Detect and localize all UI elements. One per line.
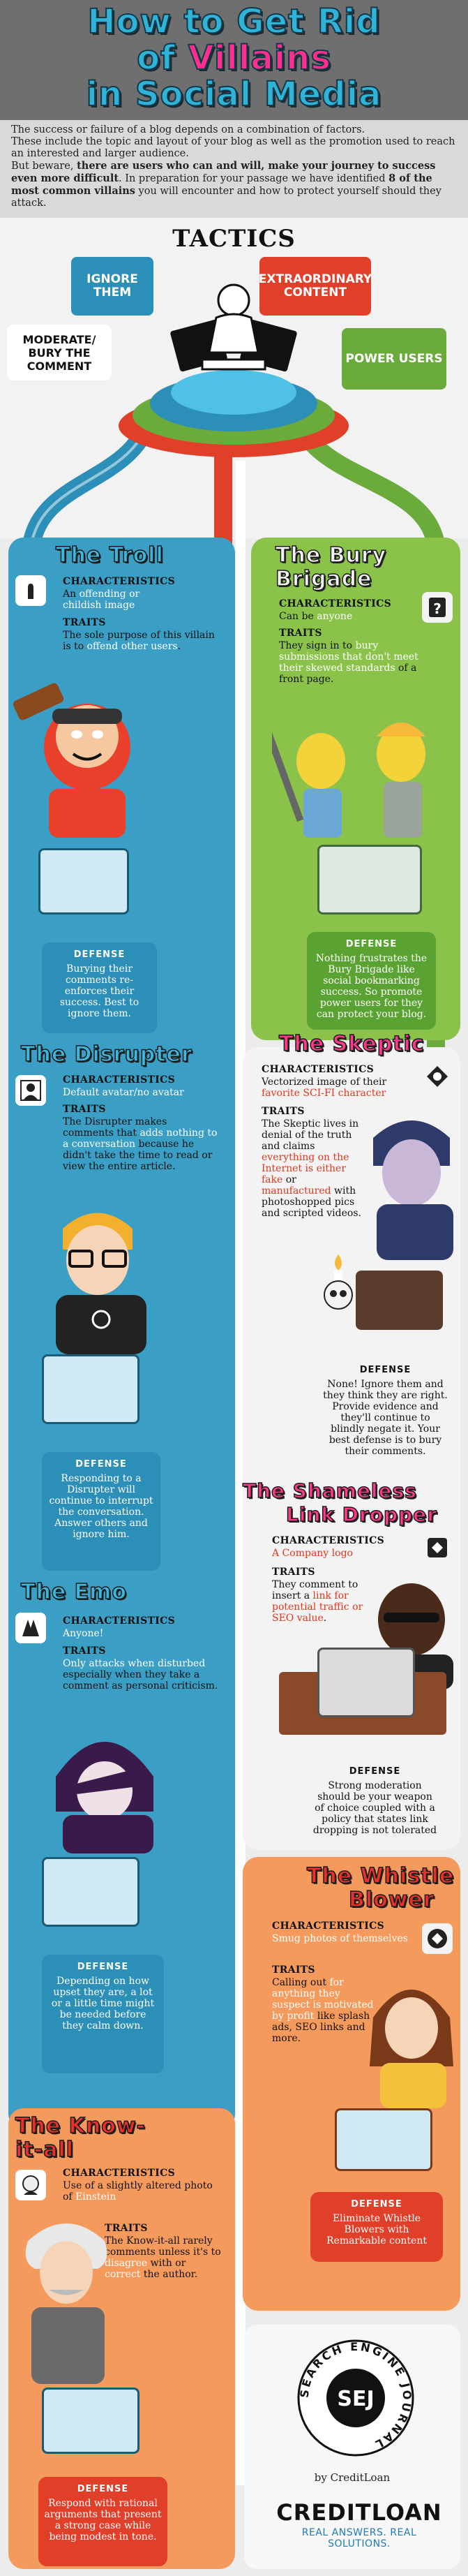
troll-title: The Troll [55, 543, 164, 568]
bury-defense: DEFENSE Nothing frustrates the Bury Briga… [307, 932, 436, 1030]
bury-title-1: The Bury [275, 543, 387, 568]
whistle-figure-icon [370, 1990, 453, 2108]
bury-avatar-icon: ? [422, 592, 453, 623]
skeptic-title: The Skeptic [278, 1032, 425, 1056]
troll-defense: DEFENSE Burying their comments re-enforce… [42, 942, 157, 1033]
emo-traits-text: Only attacks when disturbed especially w… [63, 1658, 218, 1692]
tactic-power: POWER USERS [342, 328, 446, 390]
svg-text:?: ? [433, 600, 441, 617]
troll-traits-label: TRAITS [63, 617, 106, 628]
bury-laptop-icon [317, 845, 422, 915]
sej-mark-text: SEJ [337, 2387, 374, 2411]
knowall-title-2: it-all [15, 2138, 74, 2162]
creditloan-brand: CREDITLOAN [276, 2499, 442, 2526]
whistle-title-2: Blower [348, 1888, 435, 1912]
title-line-1: How to Get Rid [86, 2, 381, 41]
skull-candle-icon [324, 1254, 353, 1310]
disrupter-defense: DEFENSE Responding to a Disrupter will co… [42, 1452, 160, 1571]
link-traits-label: TRAITS [272, 1567, 315, 1578]
intro-text: The success or failure of a blog depends… [11, 124, 455, 209]
emo-traits-label: TRAITS [63, 1645, 106, 1657]
knowall-char-label: CHARACTERISTICS [63, 2168, 175, 2179]
emo-char-text: Anyone! [63, 1628, 104, 1639]
infographic-page: How to Get Rid of Villains in Social Med… [0, 0, 468, 2576]
troll-traits-text: The sole purpose of this villain is to o… [63, 630, 215, 652]
tactic-extraordinary: EXTRAORDINARY CONTENT [259, 257, 372, 316]
troll-avatar-icon [15, 575, 46, 606]
emo-defense: DEFENSE Depending on how upset they are, … [42, 1955, 164, 2073]
whistle-laptop-icon [335, 2108, 432, 2171]
bury-traits-label: TRAITS [279, 628, 322, 639]
skeptic-laptop-icon [356, 1271, 443, 1330]
whistle-traits-text: Calling out for anything they suspect is… [272, 1977, 374, 2044]
whistle-title-1: The Whistle [306, 1864, 455, 1888]
knowall-avatar-icon [15, 2170, 46, 2200]
whistle-defense: DEFENSE Eliminate Whistle Blowers with Re… [310, 2192, 443, 2262]
link-avatar-icon [422, 1532, 453, 1563]
emo-figure-icon [56, 1742, 153, 1853]
emo-title: The Emo [20, 1580, 127, 1604]
whistle-traits-label: TRAITS [272, 1964, 315, 1976]
tactic-ignore: IGNORE THEM [71, 257, 153, 316]
bury-char-text: Can be anyone [279, 611, 353, 622]
link-defense: DEFENSE Strong moderation should be your … [307, 1759, 443, 1846]
emo-char-label: CHARACTERISTICS [63, 1615, 175, 1627]
disrupter-laptop-icon [42, 1354, 139, 1424]
footer-by: by CreditLoan [314, 2471, 391, 2484]
knowall-defense: DEFENSE Respond with rational arguments t… [38, 2477, 167, 2566]
skeptic-char-text: Vectorized image of their favorite SCI-F… [262, 1076, 387, 1099]
bury-figures-icon [272, 720, 425, 838]
disrupter-traits-label: TRAITS [63, 1104, 106, 1115]
disrupter-title: The Disrupter [20, 1042, 193, 1067]
link-title-1: The Shameless [242, 1479, 417, 1503]
troll-figure-icon [13, 683, 130, 838]
knowall-figure-icon [25, 2223, 107, 2384]
disrupter-traits-text: The Disrupter makes comments that adds n… [63, 1116, 218, 1172]
knowall-laptop-icon [42, 2388, 139, 2454]
troll-char-label: CHARACTERISTICS [63, 576, 175, 587]
whistle-char-text: Smug photos of themselves [272, 1933, 408, 1944]
sej-logo-icon: SEARCH ENGINE JOURNAL SEJ [297, 2339, 414, 2457]
whistle-char-label: CHARACTERISTICS [272, 1920, 384, 1932]
disrupter-char-text: Default avatar/no avatar [63, 1087, 184, 1098]
skeptic-traits-text: The Skeptic lives in denial of the truth… [262, 1118, 361, 1219]
troll-laptop-icon [38, 848, 129, 915]
link-char-label: CHARACTERISTICS [272, 1535, 384, 1546]
skeptic-traits-label: TRAITS [262, 1106, 305, 1117]
link-title-2: Link Dropper [285, 1503, 437, 1527]
knowall-title-1: The Know- [15, 2114, 146, 2138]
title-line-3: in Social Media [86, 75, 382, 114]
bury-char-label: CHARACTERISTICS [279, 598, 391, 609]
bury-title-2: Brigade [275, 567, 372, 591]
bury-traits-text: They sign in to bury submissions that do… [279, 640, 418, 685]
disrupter-figure-icon [56, 1213, 146, 1354]
tactics-heading: TACTICS [172, 225, 296, 253]
disrupter-char-label: CHARACTERISTICS [63, 1074, 175, 1086]
link-char-text: A Company logo [272, 1548, 353, 1559]
emo-avatar-icon [15, 1613, 46, 1643]
title-line-2: of Villains [136, 38, 331, 77]
skeptic-figure-icon [373, 1120, 453, 1260]
knowall-traits-text: The Know-it-all rarely comments unless i… [105, 2235, 221, 2280]
whistle-avatar-icon [422, 1923, 453, 1954]
emo-laptop-icon [42, 1857, 139, 1927]
disrupter-avatar-icon [15, 1075, 46, 1106]
skeptic-avatar-icon [422, 1061, 453, 1092]
skeptic-char-label: CHARACTERISTICS [262, 1064, 374, 1075]
knowall-char-text: Use of a slightly altered photo of Einst… [63, 2180, 213, 2203]
tactic-moderate: MODERATE/ BURY THE COMMENT [7, 325, 112, 380]
skeptic-defense: DEFENSE None! Ignore them and they think … [317, 1358, 453, 1463]
creditloan-tagline: REAL ANSWERS. REAL SOLUTIONS. [301, 2527, 417, 2549]
link-laptop-icon [317, 1648, 415, 1717]
troll-char-text: An offending or childish image [63, 589, 140, 611]
